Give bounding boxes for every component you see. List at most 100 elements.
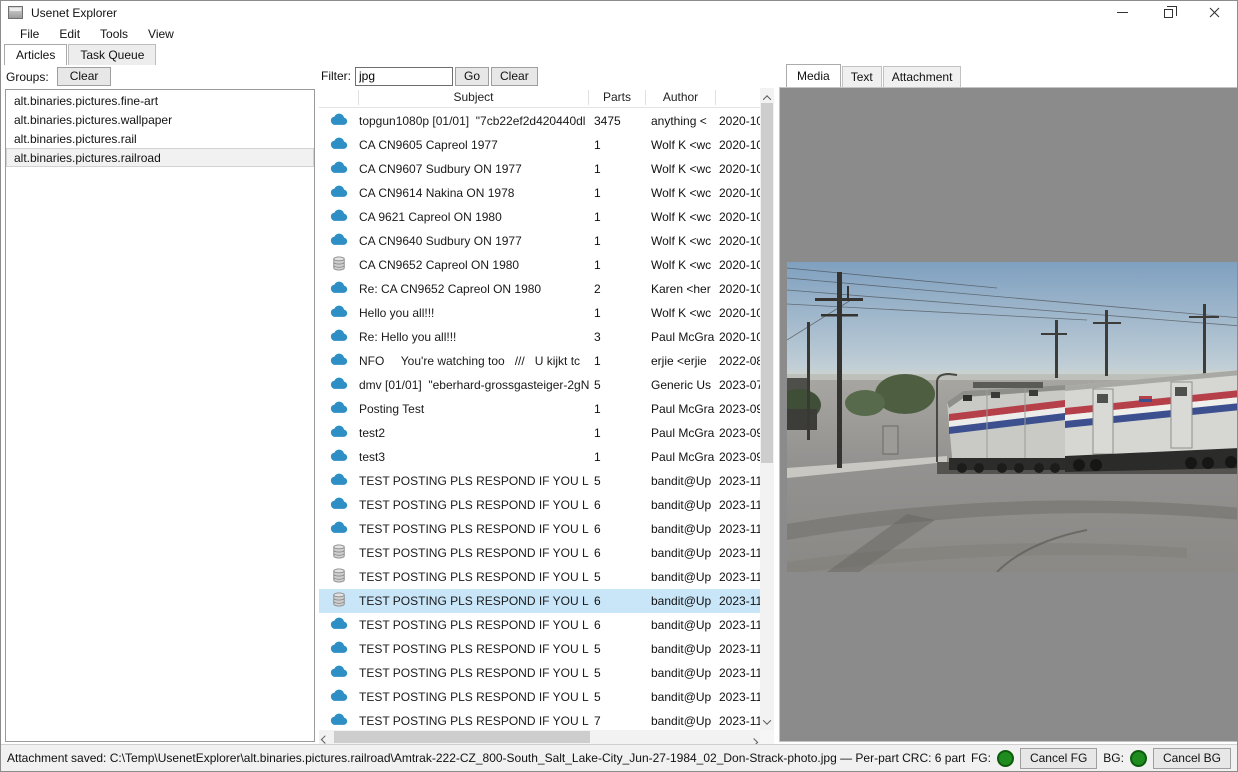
table-row[interactable]: TEST POSTING PLS RESPOND IF YOU LIKE -6b… [319,613,760,637]
author-cell: bandit@Up [646,714,716,728]
table-header: Subject Parts Author [319,88,760,108]
row-icon-cell [319,353,359,369]
cloud-icon [330,689,348,705]
parts-cell: 5 [589,378,646,392]
minimize-button[interactable] [1099,1,1145,24]
author-cell: Paul McGra [646,330,716,344]
cloud-icon [330,329,348,345]
groups-panel: Groups: Clear alt.binaries.pictures.fine… [1,65,318,744]
table-row[interactable]: test21Paul McGra2023-09 [319,421,760,445]
database-icon [332,592,346,610]
vertical-scroll-thumb[interactable] [761,103,773,463]
menu-tools[interactable]: Tools [90,25,138,44]
vertical-scrollbar[interactable] [760,88,774,730]
tab-task-queue[interactable]: Task Queue [68,44,156,65]
table-row[interactable]: dmv [01/01] "eberhard-grossgasteiger-2gN… [319,373,760,397]
scroll-down-icon[interactable] [760,714,774,728]
author-cell: bandit@Up [646,594,716,608]
bg-status-indicator [1130,750,1147,767]
table-row[interactable]: topgun1080p [01/01] "7cb22ef2d420440dl34… [319,109,760,133]
table-row[interactable]: TEST POSTING PLS RESPOND IF YOU LIKE -5b… [319,469,760,493]
row-icon-cell [319,161,359,177]
table-row[interactable]: CA CN9607 Sudbury ON 19771Wolf K <wc2020… [319,157,760,181]
table-row[interactable]: TEST POSTING PLS RESPOND IF YOU LIKE -6b… [319,589,760,613]
date-cell: 2020-10 [716,210,760,224]
parts-cell: 5 [589,642,646,656]
menu-view[interactable]: View [138,25,184,44]
close-button[interactable] [1191,1,1237,24]
author-cell: bandit@Up [646,642,716,656]
header-subject[interactable]: Subject [359,90,589,105]
author-cell: Paul McGra [646,402,716,416]
row-icon-cell [319,377,359,393]
table-row[interactable]: CA CN9614 Nakina ON 19781Wolf K <wc2020-… [319,181,760,205]
cloud-icon [330,209,348,225]
cloud-icon [330,665,348,681]
table-row[interactable]: Hello you all!!!1Wolf K <wc2020-10 [319,301,760,325]
filter-clear-button[interactable]: Clear [491,67,538,86]
group-item[interactable]: alt.binaries.pictures.fine-art [6,91,314,110]
table-row[interactable]: TEST POSTING PLS RESPOND IF YOU LIKE -5b… [319,685,760,709]
app-window: Usenet Explorer File Edit Tools View Art… [0,0,1238,772]
table-row[interactable]: Re: CA CN9652 Capreol ON 19802Karen <her… [319,277,760,301]
scroll-right-icon[interactable] [751,733,757,744]
scroll-up-icon[interactable] [760,90,774,104]
date-cell: 2023-11 [716,570,760,584]
date-cell: 2023-09 [716,450,760,464]
media-viewport [779,87,1237,742]
subject-cell: Posting Test [359,402,589,416]
parts-cell: 1 [589,306,646,320]
tab-articles[interactable]: Articles [4,44,67,65]
table-row[interactable]: CA CN9605 Capreol 19771Wolf K <wc2020-10 [319,133,760,157]
table-row[interactable]: TEST POSTING PLS RESPOND IF YOU LIKE -6b… [319,517,760,541]
date-cell: 2020-10 [716,330,760,344]
restore-button[interactable] [1145,1,1191,24]
date-cell: 2023-11 [716,546,760,560]
table-row[interactable]: TEST POSTING PLS RESPOND IF YOU LIKE -5b… [319,565,760,589]
header-date[interactable] [716,90,760,105]
row-icon-cell [319,401,359,417]
header-parts[interactable]: Parts [589,90,646,105]
tab-attachment[interactable]: Attachment [883,66,962,87]
horizontal-scroll-thumb[interactable] [334,731,590,743]
groups-clear-button[interactable]: Clear [57,67,112,86]
table-row[interactable]: Posting Test1Paul McGra2023-09 [319,397,760,421]
table-row[interactable]: CA 9621 Capreol ON 19801Wolf K <wc2020-1… [319,205,760,229]
author-cell: Wolf K <wc [646,138,716,152]
table-row[interactable]: TEST POSTING PLS RESPOND IF YOU LIKE -6b… [319,541,760,565]
parts-cell: 3 [589,330,646,344]
filter-go-button[interactable]: Go [455,67,489,86]
row-icon-cell [319,137,359,153]
articles-panel: Filter: Go Clear Subject Parts Author to… [319,65,774,744]
table-row[interactable]: CA CN9640 Sudbury ON 19771Wolf K <wc2020… [319,229,760,253]
header-icon-column[interactable] [319,90,359,105]
tab-text[interactable]: Text [842,66,882,87]
cancel-fg-button[interactable]: Cancel FG [1020,748,1097,769]
cloud-icon [330,233,348,249]
filter-input[interactable] [355,67,453,86]
table-row[interactable]: test31Paul McGra2023-09 [319,445,760,469]
subject-cell: TEST POSTING PLS RESPOND IF YOU LIKE - [359,642,589,656]
menu-edit[interactable]: Edit [49,25,90,44]
tab-media[interactable]: Media [786,64,841,87]
header-author[interactable]: Author [646,90,716,105]
group-item[interactable]: alt.binaries.pictures.rail [6,129,314,148]
table-row[interactable]: TEST POSTING PLS RESPOND IF YOU LIKE -5b… [319,661,760,685]
table-row[interactable]: TEST POSTING PLS RESPOND IF YOU LIKE -5b… [319,637,760,661]
table-row[interactable]: CA CN9652 Capreol ON 19801Wolf K <wc2020… [319,253,760,277]
cancel-bg-button[interactable]: Cancel BG [1153,748,1231,769]
horizontal-scrollbar[interactable] [319,730,760,744]
date-cell: 2020-10 [716,282,760,296]
table-row[interactable]: TEST POSTING PLS RESPOND IF YOU LIKE -7b… [319,709,760,730]
group-item[interactable]: alt.binaries.pictures.railroad [6,148,314,167]
subject-cell: TEST POSTING PLS RESPOND IF YOU LIKE - [359,594,589,608]
scroll-left-icon[interactable] [322,733,328,744]
database-icon [332,568,346,586]
table-row[interactable]: NFO You're watching too /// U kijkt tc1e… [319,349,760,373]
table-row[interactable]: Re: Hello you all!!!3Paul McGra2020-10 [319,325,760,349]
menu-file[interactable]: File [10,25,49,44]
table-row[interactable]: TEST POSTING PLS RESPOND IF YOU LIKE -6b… [319,493,760,517]
group-item[interactable]: alt.binaries.pictures.wallpaper [6,110,314,129]
cloud-icon [330,161,348,177]
parts-cell: 1 [589,162,646,176]
